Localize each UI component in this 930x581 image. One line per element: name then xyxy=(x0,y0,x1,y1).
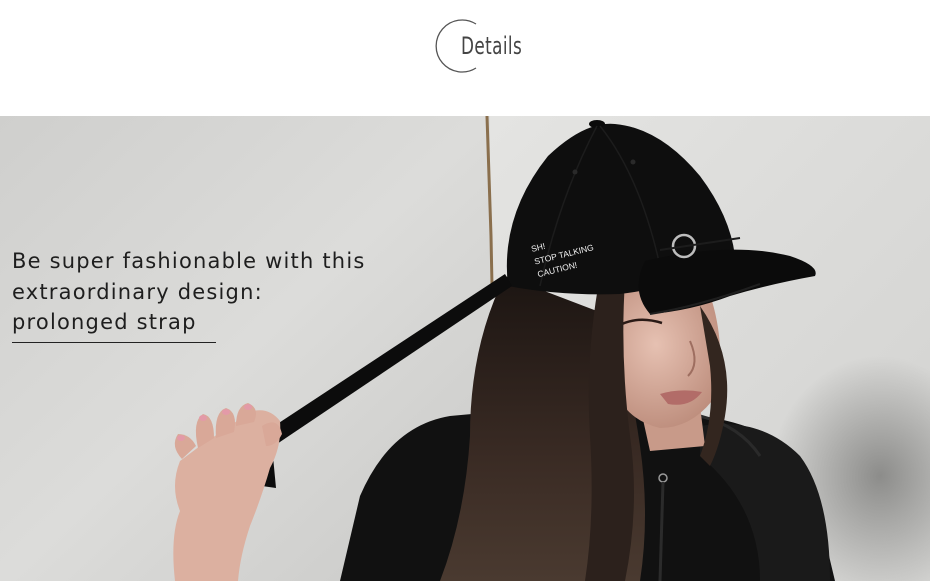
section-title: Details xyxy=(461,32,523,60)
product-photo: SH! STOP TALKING CAUTION! Be super fashi… xyxy=(0,116,930,581)
product-details-page: Details SH! STOP TALKING CAUTION! Be sup… xyxy=(0,0,930,581)
details-badge: Details xyxy=(432,18,552,76)
caption-line: prolonged strap xyxy=(12,310,197,334)
caption-line: extraordinary design: xyxy=(12,279,263,304)
feature-caption: Be super fashionable with this extraordi… xyxy=(12,246,392,343)
caption-line: Be super fashionable with this xyxy=(12,249,366,273)
caption-underline xyxy=(12,342,216,343)
model-wearing-cap-image: SH! STOP TALKING CAUTION! xyxy=(0,116,930,581)
details-header: Details xyxy=(0,0,930,116)
